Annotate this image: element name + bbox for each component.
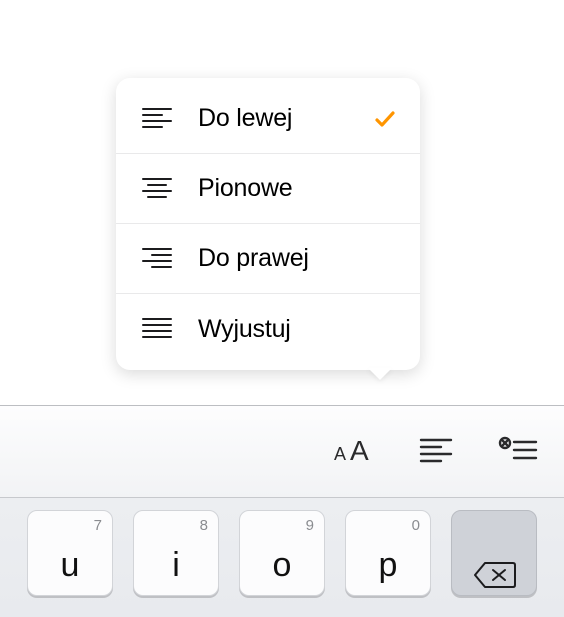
menu-item-align-left[interactable]: Do lewej xyxy=(116,84,420,154)
key-main-label: o xyxy=(273,546,292,585)
align-center-icon xyxy=(140,172,174,206)
key-o[interactable]: 9 o xyxy=(239,510,325,596)
format-toolbar: A A xyxy=(0,405,564,497)
key-alt-label: 7 xyxy=(94,517,102,534)
alignment-button[interactable] xyxy=(412,428,460,472)
align-justify-icon xyxy=(140,312,174,346)
menu-item-label: Do lewej xyxy=(198,104,370,133)
key-u[interactable]: 7 u xyxy=(27,510,113,596)
menu-item-label: Do prawej xyxy=(198,244,400,273)
checkmark-icon xyxy=(370,107,400,131)
align-left-toolbar-icon xyxy=(419,437,453,463)
alignment-popover: Do lewej Pionowe xyxy=(116,78,420,370)
key-alt-label: 0 xyxy=(412,517,420,534)
key-main-label: u xyxy=(61,546,80,585)
menu-item-align-center[interactable]: Pionowe xyxy=(116,154,420,224)
svg-text:A: A xyxy=(350,435,369,466)
key-i[interactable]: 8 i xyxy=(133,510,219,596)
key-p[interactable]: 0 p xyxy=(345,510,431,596)
backspace-icon xyxy=(471,559,517,591)
align-left-icon xyxy=(140,102,174,136)
text-size-button[interactable]: A A xyxy=(330,428,378,472)
menu-item-label: Pionowe xyxy=(198,174,400,203)
key-alt-label: 9 xyxy=(306,517,314,534)
list-indent-icon xyxy=(498,436,538,464)
key-alt-label: 8 xyxy=(200,517,208,534)
list-indent-button[interactable] xyxy=(494,428,542,472)
text-size-icon: A A xyxy=(332,434,376,466)
key-main-label: i xyxy=(172,546,180,585)
menu-item-align-justify[interactable]: Wyjustuj xyxy=(116,294,420,364)
keyboard: 7 u 8 i 9 o 0 p xyxy=(0,497,564,617)
key-main-label: p xyxy=(379,546,398,585)
svg-text:A: A xyxy=(334,444,346,464)
align-right-icon xyxy=(140,242,174,276)
menu-item-align-right[interactable]: Do prawej xyxy=(116,224,420,294)
key-backspace[interactable] xyxy=(451,510,537,596)
menu-item-label: Wyjustuj xyxy=(198,315,400,344)
